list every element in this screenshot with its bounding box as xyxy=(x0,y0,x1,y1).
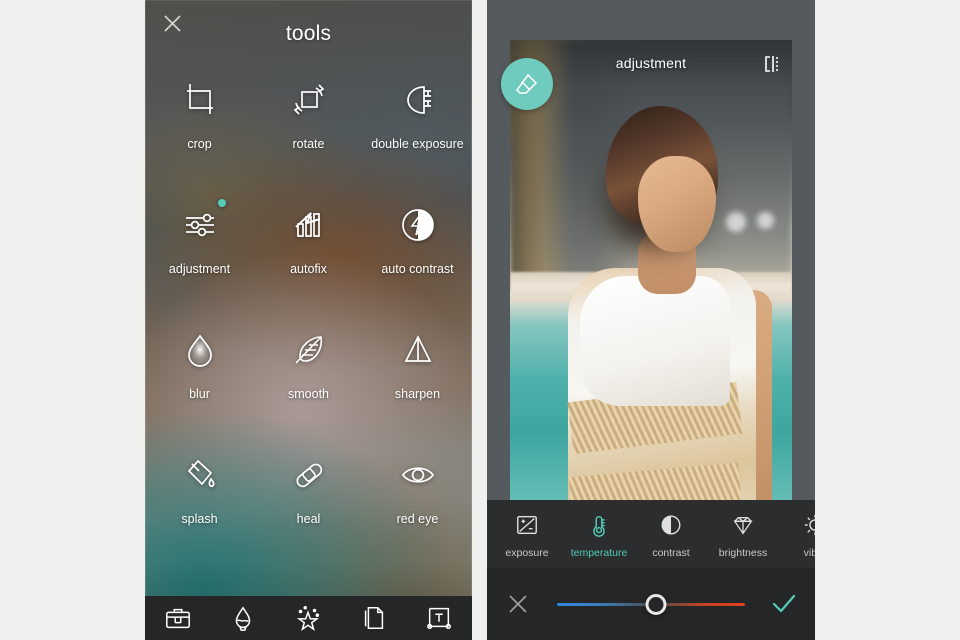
sharpen-icon xyxy=(390,322,446,378)
tool-label: crop xyxy=(187,137,212,151)
photo-bokeh-light xyxy=(726,212,746,232)
text-box-icon xyxy=(427,607,452,630)
tool-label: blur xyxy=(189,387,210,401)
tool-label: splash xyxy=(181,512,218,526)
auto-contrast-icon xyxy=(390,197,446,253)
adjustment-label: temperature xyxy=(570,546,628,559)
adjustment-label: exposure xyxy=(505,546,549,559)
close-x-icon xyxy=(509,595,527,613)
photo-subject-shirt xyxy=(580,276,730,406)
tools-grid: crop rotate double exposure adjustment a… xyxy=(145,72,472,550)
adjustment-options-strip: exposure temperature contrast brightness… xyxy=(487,500,815,568)
eraser-icon xyxy=(516,73,538,94)
photo-subject-face xyxy=(638,156,716,252)
tool-label: auto contrast xyxy=(381,262,454,276)
adjustment-exposure[interactable]: exposure xyxy=(491,510,563,559)
bottom-bar-text[interactable] xyxy=(414,598,464,638)
tools-panel-title: tools xyxy=(285,22,332,45)
tool-rotate[interactable]: rotate xyxy=(254,72,363,175)
slider-knob[interactable] xyxy=(645,593,667,615)
tool-smooth[interactable]: smooth xyxy=(254,322,363,425)
tool-heal[interactable]: heal xyxy=(254,447,363,550)
exposure-icon xyxy=(515,510,539,540)
screenshot-stage: tools crop rotate double exposure adjust… xyxy=(0,0,960,640)
blur-drop-icon xyxy=(172,322,228,378)
tool-label: heal xyxy=(296,512,321,526)
eye-icon xyxy=(390,447,446,503)
paint-bucket-icon xyxy=(172,447,228,503)
brush-drop-icon xyxy=(235,606,251,631)
tool-label: autofix xyxy=(290,262,327,276)
photo-viewport: adjustment xyxy=(487,0,815,500)
tool-label: red eye xyxy=(396,512,439,526)
thermometer-icon xyxy=(587,510,611,540)
adjustment-vibrance[interactable]: vibra xyxy=(779,510,815,559)
sun-icon xyxy=(803,510,815,540)
tool-auto-contrast[interactable]: auto contrast xyxy=(363,197,472,300)
eraser-button[interactable] xyxy=(501,58,553,110)
temperature-slider[interactable] xyxy=(549,587,753,621)
paper-layers-icon xyxy=(364,606,384,630)
tool-label: smooth xyxy=(288,387,329,401)
new-badge-dot xyxy=(217,199,226,207)
feather-icon xyxy=(281,322,337,378)
confirm-adjustment-button[interactable] xyxy=(753,593,815,615)
tool-sharpen[interactable]: sharpen xyxy=(363,322,472,425)
autofix-icon xyxy=(281,197,337,253)
bottom-bar-layers[interactable] xyxy=(349,598,399,638)
toolbox-icon xyxy=(165,608,190,629)
bandage-icon xyxy=(281,447,337,503)
edited-photo[interactable] xyxy=(510,40,792,500)
adjustment-contrast[interactable]: contrast xyxy=(635,510,707,559)
photo-bokeh-light xyxy=(757,212,774,229)
tool-autofix[interactable]: autofix xyxy=(254,197,363,300)
diamond-icon xyxy=(730,510,756,540)
tool-label: double exposure xyxy=(371,137,464,151)
tool-label: adjustment xyxy=(168,262,231,276)
bottom-bar-magic[interactable] xyxy=(283,598,333,638)
tool-adjustment[interactable]: adjustment xyxy=(145,197,254,300)
photo-mode-title: adjustment xyxy=(615,55,687,71)
bottom-bar-toolbox[interactable] xyxy=(153,598,203,638)
bottom-bar-effects[interactable] xyxy=(218,598,268,638)
tool-blur[interactable]: blur xyxy=(145,322,254,425)
tool-splash[interactable]: splash xyxy=(145,447,254,550)
tool-red-eye[interactable]: red eye xyxy=(363,447,472,550)
adjustment-temperature[interactable]: temperature xyxy=(563,510,635,559)
split-compare-icon xyxy=(765,56,780,72)
contrast-icon xyxy=(659,510,683,540)
adjustment-label: contrast xyxy=(652,546,690,559)
adjustment-label: brightness xyxy=(718,546,768,559)
tool-double-exposure[interactable]: double exposure xyxy=(363,72,472,175)
adjustment-brightness[interactable]: brightness xyxy=(707,510,779,559)
tool-label: sharpen xyxy=(394,387,441,401)
tools-bottom-bar xyxy=(145,596,472,640)
compare-button[interactable] xyxy=(760,52,786,76)
adjustment-label: vibra xyxy=(803,546,815,559)
double-exposure-icon xyxy=(390,72,446,128)
editor-panel: adjustment exposure temperature contrast… xyxy=(487,0,815,640)
slider-bar xyxy=(487,568,815,640)
tools-panel: tools crop rotate double exposure adjust… xyxy=(145,0,472,640)
tool-crop[interactable]: crop xyxy=(145,72,254,175)
sliders-icon xyxy=(172,197,228,253)
check-icon xyxy=(772,594,796,613)
magic-star-icon xyxy=(297,605,320,632)
crop-icon xyxy=(172,72,228,128)
tool-label: rotate xyxy=(292,137,325,151)
rotate-icon xyxy=(281,72,337,128)
cancel-adjustment-button[interactable] xyxy=(487,594,549,614)
